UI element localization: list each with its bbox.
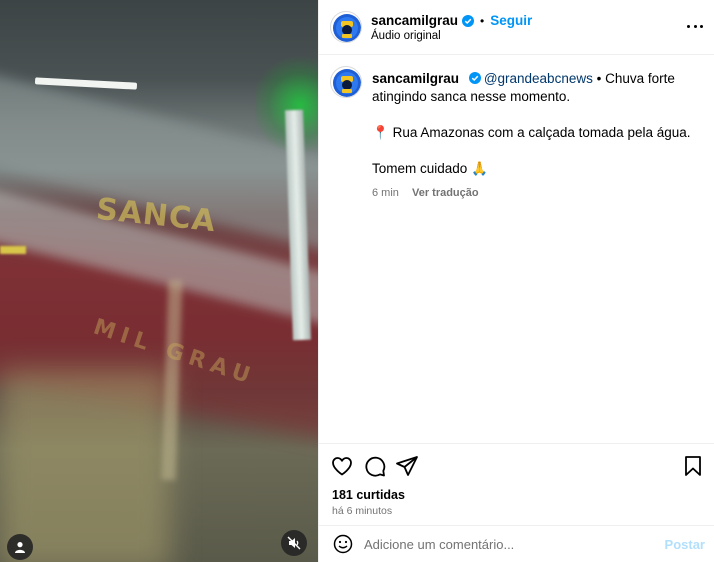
post-side-panel: sancamilgrau • Seguir Áudio original san…: [318, 0, 714, 562]
separator-dot: •: [480, 13, 485, 28]
avatar[interactable]: [330, 11, 362, 43]
caption-text-3: Tomem cuidado: [372, 161, 468, 176]
muted-speaker-icon: [287, 536, 301, 550]
caption-line-1: sancamilgrau @grandeabcnews • Chuva fort…: [372, 70, 702, 106]
post-username[interactable]: sancamilgrau: [371, 13, 458, 28]
user-tag-icon: [15, 542, 25, 553]
pin-icon: 📍: [372, 125, 389, 140]
post-timestamp[interactable]: há 6 minutos: [332, 505, 392, 517]
caption-line-2: 📍 Rua Amazonas com a calçada tomada pela…: [372, 124, 702, 142]
post-comment-button[interactable]: Postar: [665, 537, 705, 552]
post-video[interactable]: SANCA MIL GRAU: [0, 0, 318, 562]
more-options-icon[interactable]: [687, 18, 703, 34]
mute-button[interactable]: [281, 530, 307, 556]
mention-link[interactable]: @grandeabcnews: [484, 71, 593, 86]
follow-button[interactable]: Seguir: [490, 13, 532, 28]
post-header: sancamilgrau • Seguir Áudio original: [319, 0, 714, 55]
emoji-icon[interactable]: [333, 534, 353, 554]
caption-avatar[interactable]: [330, 66, 362, 98]
caption-line-3: Tomem cuidado 🙏: [372, 160, 702, 178]
video-blur-ground: [0, 370, 170, 562]
share-icon[interactable]: [395, 454, 419, 478]
caption-text-2: Rua Amazonas com a calçada tomada pela á…: [388, 125, 691, 140]
user-tag-button[interactable]: [7, 534, 33, 560]
video-yellow-mark: [0, 246, 26, 254]
avatar-image: [333, 14, 361, 42]
audio-label[interactable]: Áudio original: [371, 30, 441, 42]
header-user-line: sancamilgrau • Seguir: [371, 13, 532, 28]
caption-username[interactable]: sancamilgrau: [372, 71, 459, 86]
comment-input[interactable]: [364, 534, 664, 554]
caption-time[interactable]: 6 min: [372, 187, 399, 199]
pray-icon: 🙏: [471, 161, 488, 176]
verified-icon: [462, 14, 475, 27]
verified-icon: [468, 72, 481, 84]
caption-meta: 6 min Ver tradução: [372, 184, 702, 202]
translate-link[interactable]: Ver tradução: [412, 187, 479, 199]
bookmark-icon[interactable]: [681, 454, 705, 478]
heart-icon[interactable]: [330, 454, 354, 478]
comment-bar: Postar: [319, 525, 714, 562]
avatar-image: [333, 69, 361, 97]
likes-count[interactable]: 181 curtidas: [332, 488, 405, 502]
comment-icon[interactable]: [363, 454, 387, 478]
post-actions: 181 curtidas há 6 minutos: [319, 443, 714, 522]
caption-body: sancamilgrau @grandeabcnews • Chuva fort…: [372, 70, 702, 202]
